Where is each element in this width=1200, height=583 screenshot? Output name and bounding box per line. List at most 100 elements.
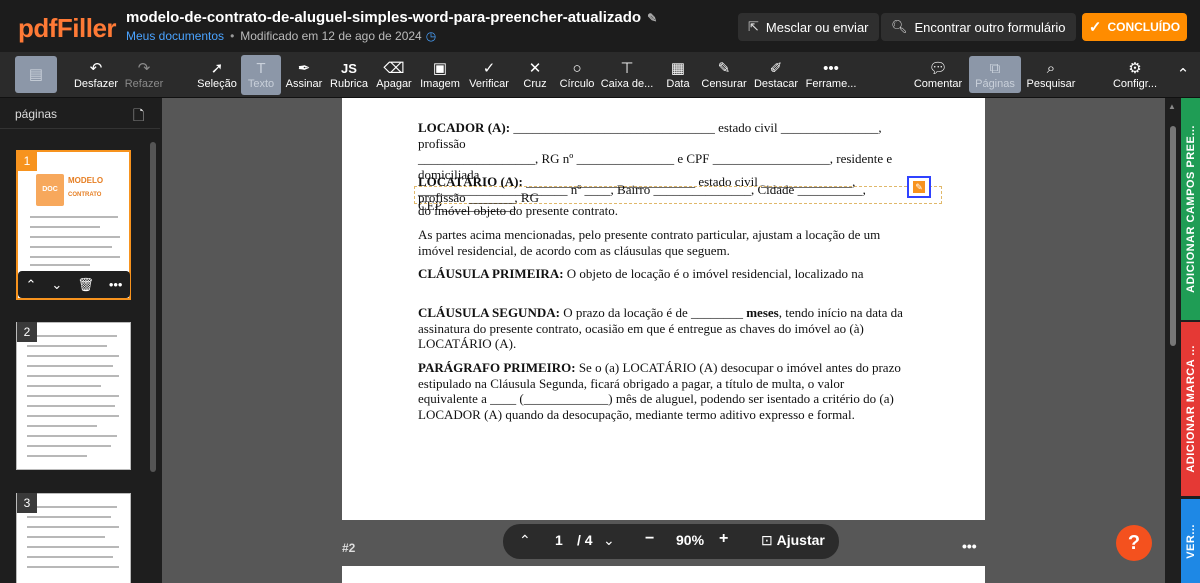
add-fillable-fields-tab[interactable]: ADICIONAR CAMPOS PREE... (1181, 98, 1200, 320)
collapse-toolbar-button[interactable]: ⌃ (1170, 55, 1196, 95)
initials-label: Rubrica (330, 78, 368, 90)
pdffiller-logo[interactable]: pdfFiller (18, 13, 117, 44)
more-dots-icon: ••• (823, 60, 839, 77)
initials-tool[interactable]: JS Rubrica (329, 55, 369, 95)
circle-label: Círculo (559, 78, 595, 90)
page-number-2: 2 (17, 322, 37, 342)
locatario-paragraph[interactable]: LOCATÁRIO (A): _________________________… (418, 174, 904, 205)
clause-two-bold: meses (746, 305, 779, 320)
done-label: CONCLUÍDO (1107, 20, 1181, 34)
date-tool[interactable]: ▦ Data (664, 55, 692, 95)
initials-icon: JS (341, 61, 357, 76)
comment-tool[interactable]: 💬︎ Comentar (914, 55, 962, 95)
sign-label: Assinar (285, 78, 323, 90)
undo-button[interactable]: ↶ Desfazer (74, 55, 118, 95)
current-page-input[interactable]: 1 (555, 532, 563, 548)
image-tool[interactable]: ▣ Imagem (419, 55, 461, 95)
find-form-button[interactable]: 🔍︎ Encontrar outro formulário (881, 13, 1076, 41)
scrollbar-thumb[interactable] (1170, 126, 1176, 346)
redact-tool[interactable]: ✎ Censurar (701, 55, 747, 95)
prev-page-icon[interactable]: ⌃ (519, 532, 531, 549)
more-tools-button[interactable]: ••• Ferrame... (806, 55, 857, 95)
highlighter-icon: ✐ (769, 60, 783, 77)
next-page-icon[interactable]: ⌄ (603, 532, 615, 549)
settings-tool[interactable]: ⚙ Configr... (1110, 55, 1160, 95)
thumb-line (30, 216, 118, 218)
sync-icon: ◷ (425, 29, 437, 43)
field-edit-marker[interactable]: ✎ (907, 176, 931, 198)
page-2-label: #2 (342, 541, 356, 555)
toolbar: ▤ ↶ Desfazer ↷ Refazer ➚ Seleção T Texto ✒ As… (0, 52, 1200, 98)
text-tool[interactable]: T Texto (241, 55, 281, 95)
scroll-up-icon[interactable]: ▲ (1168, 102, 1176, 111)
page-more-icon[interactable]: ••• (962, 538, 977, 554)
sidebar-scrollbar[interactable] (150, 142, 156, 472)
intro-paragraph[interactable]: As partes acima mencionadas, pelo presen… (418, 227, 904, 258)
doc-panel-toggle[interactable]: ▤ (15, 56, 57, 93)
cross-tool[interactable]: ✕ Cruz (520, 55, 550, 95)
thumb-line (27, 566, 119, 568)
document-meta: Meus documentos • Modificado em 12 de ago … (126, 29, 436, 43)
my-documents-link[interactable]: Meus documentos (126, 29, 224, 43)
clause-one-label: CLÁUSULA PRIMEIRA: (418, 266, 564, 281)
page-settings-icon[interactable]: 🗋 (133, 105, 144, 129)
merge-send-button[interactable]: ⇱ Mesclar ou enviar (738, 13, 879, 41)
check-tool[interactable]: ✓ Verificar (468, 55, 510, 95)
page-thumbnail-2[interactable] (16, 322, 131, 470)
check-icon: ✓ (482, 60, 496, 77)
help-button[interactable]: ? (1116, 525, 1152, 561)
document-page-2[interactable] (342, 566, 985, 583)
search-icon: ⌕ (1046, 60, 1056, 77)
paragraph-one[interactable]: PARÁGRAFO PRIMEIRO: Se o (a) LOCATÁRIO (… (418, 360, 904, 422)
canvas-scrollbar[interactable]: ▲ (1165, 98, 1180, 583)
document-page-1[interactable]: LOCADOR (A): ___________________________… (342, 98, 985, 520)
verify-tab[interactable]: VER... (1181, 499, 1200, 583)
find-document-icon: 🔍︎ (891, 19, 908, 34)
document-title[interactable]: modelo-de-contrato-de-aluguel-simples-wo… (126, 9, 657, 26)
redo-button[interactable]: ↷ Refazer (124, 55, 164, 95)
textbox-tool[interactable]: ⊤ Caixa de... (601, 55, 654, 95)
redact-icon: ✎ (717, 60, 731, 77)
image-label: Imagem (420, 78, 460, 90)
thumb-line (27, 455, 87, 457)
header: pdfFiller modelo-de-contrato-de-aluguel-… (0, 0, 1200, 52)
locatario-continuation[interactable]: do imóvel objeto do presente contrato. (418, 203, 904, 219)
circle-tool[interactable]: ○ Círculo (559, 55, 595, 95)
app-root: pdfFiller modelo-de-contrato-de-aluguel-… (0, 0, 1200, 583)
done-button[interactable]: ✓ CONCLUÍDO (1082, 13, 1187, 41)
clause-one[interactable]: CLÁUSULA PRIMEIRA: O objeto de locação é… (418, 266, 904, 282)
zoom-out-icon[interactable]: − (645, 530, 654, 548)
document-canvas[interactable]: LOCADOR (A): ___________________________… (162, 98, 1165, 583)
redact-label: Censurar (701, 78, 747, 90)
checkmark-icon: ✓ (1088, 19, 1102, 36)
add-watermark-tab[interactable]: ADICIONAR MARCA ... (1181, 322, 1200, 496)
erase-tool[interactable]: ⌫ Apagar (375, 55, 413, 95)
undo-icon: ↶ (89, 60, 103, 77)
comment-label: Comentar (913, 78, 963, 90)
move-up-icon[interactable]: ⌃ (26, 277, 37, 293)
search-tool[interactable]: ⌕ Pesquisar (1026, 55, 1076, 95)
thumb-line (27, 556, 113, 558)
clause-two-text-a: O prazo da locação é de ________ (559, 305, 747, 320)
search-label: Pesquisar (1026, 78, 1076, 90)
trash-icon[interactable]: 🗑︎ (77, 277, 94, 293)
zoom-level[interactable]: 90% (676, 532, 704, 548)
cross-label: Cruz (523, 78, 547, 90)
zoom-in-icon[interactable]: + (719, 530, 728, 548)
edit-title-icon[interactable]: ✎ (647, 11, 657, 25)
merge-icon: ⇱ (748, 19, 759, 34)
text-icon: T (256, 60, 266, 77)
select-tool[interactable]: ➚ Seleção (197, 55, 237, 95)
thumb-line (30, 246, 112, 248)
chevron-up-icon: ⌃ (1176, 66, 1190, 83)
thumb-line (27, 435, 117, 437)
fit-button[interactable]: ⊡ Ajustar (761, 532, 825, 549)
total-pages: / 4 (577, 532, 593, 548)
more-options-icon[interactable]: ••• (109, 277, 123, 292)
pages-tool[interactable]: ⧉ Páginas (969, 56, 1021, 93)
sign-tool[interactable]: ✒ Assinar (285, 55, 323, 95)
move-down-icon[interactable]: ⌄ (51, 277, 62, 293)
clause-two[interactable]: CLÁUSULA SEGUNDA: O prazo da locação é d… (418, 305, 904, 352)
thumb-line (27, 345, 107, 347)
highlight-tool[interactable]: ✐ Destacar (754, 55, 798, 95)
